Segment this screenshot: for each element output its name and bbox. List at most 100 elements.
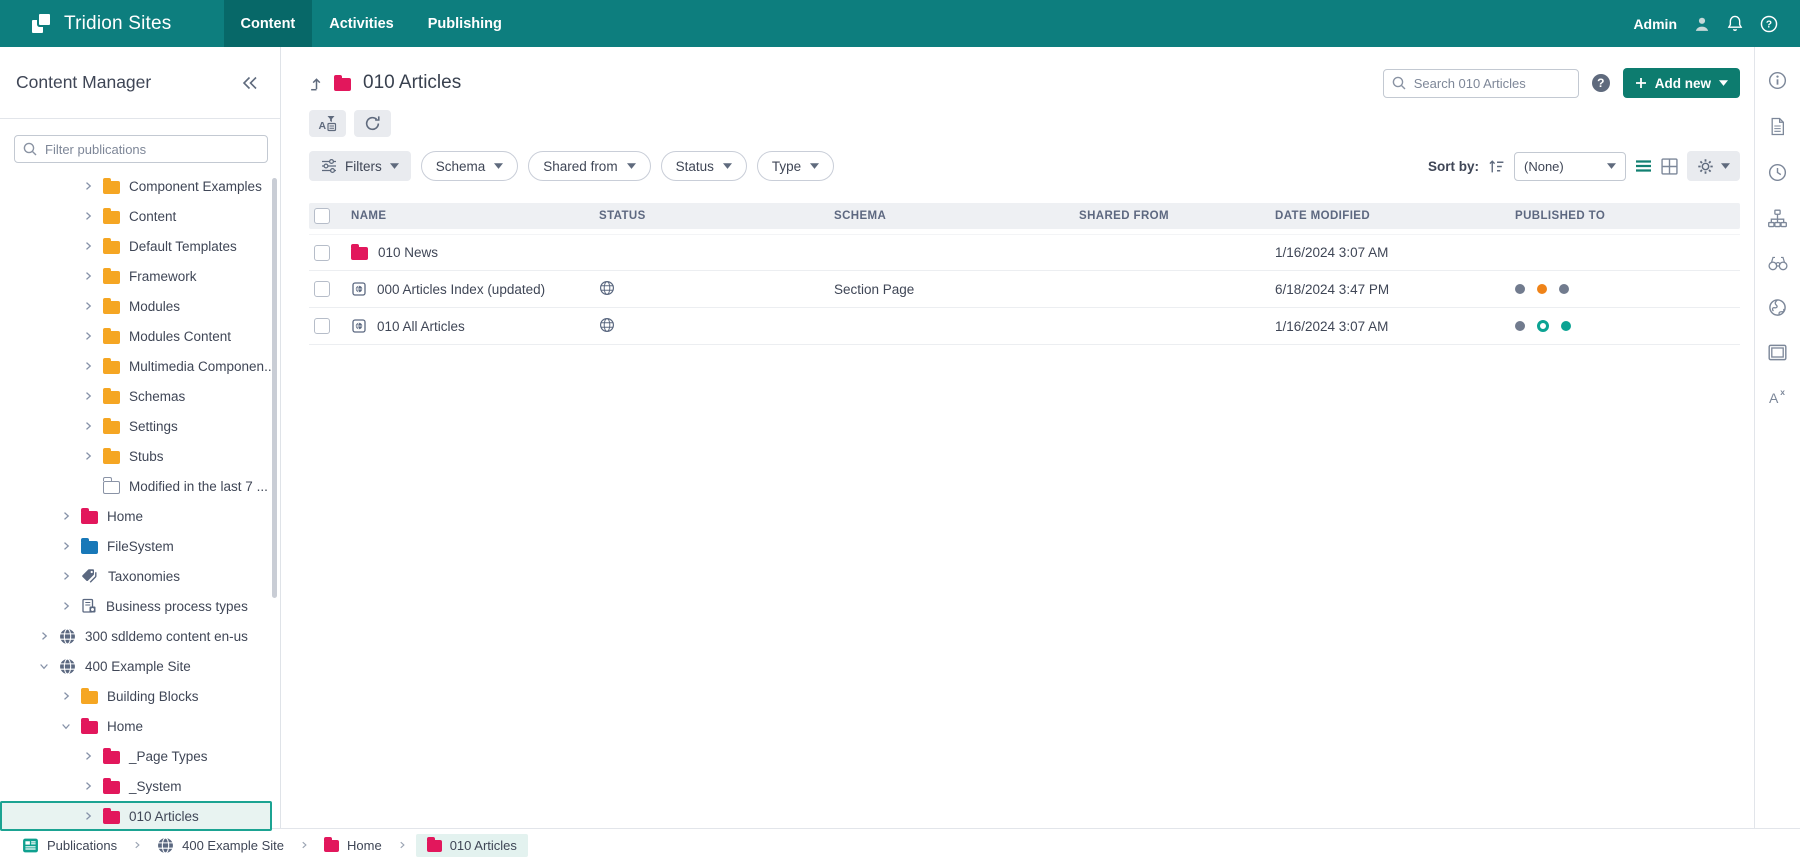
chevron-right-icon[interactable] [82, 779, 94, 793]
sort-select[interactable]: (None) [1514, 151, 1626, 181]
tree-item-modified-in-the-last-7[interactable]: Modified in the last 7 ... [0, 471, 272, 501]
chevron-right-icon[interactable] [60, 539, 72, 553]
chevron-down-icon[interactable] [60, 719, 72, 733]
column-header-published-to[interactable]: PUBLISHED TO [1515, 210, 1740, 222]
item-name[interactable]: 000 Articles Index (updated) [377, 282, 545, 297]
tree-item-default-templates[interactable]: Default Templates [0, 231, 272, 261]
table-row-000-articles-index-updated[interactable]: 000 Articles Index (updated) Section Page… [309, 271, 1740, 308]
add-new-button[interactable]: Add new [1622, 68, 1740, 98]
tree-item-building-blocks[interactable]: Building Blocks [0, 681, 272, 711]
chevron-right-icon[interactable] [82, 329, 94, 343]
sitemap-icon[interactable] [1768, 209, 1787, 228]
chevron-right-icon[interactable] [60, 569, 72, 583]
filters-button[interactable]: Filters [309, 151, 411, 181]
tree-item-010-articles[interactable]: 010 Articles [0, 801, 272, 831]
tree-item-filesystem[interactable]: FileSystem [0, 531, 272, 561]
item-name[interactable]: 010 News [378, 245, 438, 260]
breadcrumb-item-010-articles[interactable]: 010 Articles [415, 833, 528, 857]
tree-item-business-process-types[interactable]: Business process types [0, 591, 272, 621]
table-row-010-news[interactable]: 010 News 1/16/2024 3:07 AM [309, 234, 1740, 271]
tree-item-settings[interactable]: Settings [0, 411, 272, 441]
translate-icon[interactable]: Ax [1769, 388, 1787, 404]
name-filter-button[interactable]: A [309, 110, 346, 137]
collapse-sidebar-icon[interactable] [240, 75, 260, 91]
breadcrumb-item-400-example-site[interactable]: 400 Example Site [151, 833, 290, 858]
tree-item-multimedia-componen[interactable]: Multimedia Componen... [0, 351, 272, 381]
tree-item-label: Business process types [106, 598, 248, 614]
tree-item-300-sdldemo-content-en-us[interactable]: 300 sdldemo content en-us [0, 621, 272, 651]
chevron-down-icon[interactable] [38, 659, 50, 673]
tree-item-taxonomies[interactable]: Taxonomies [0, 561, 272, 591]
user-avatar-icon[interactable] [1694, 16, 1710, 32]
chevron-right-icon[interactable] [82, 389, 94, 403]
view-settings-button[interactable] [1687, 151, 1740, 181]
column-header-date-modified[interactable]: DATE MODIFIED [1275, 210, 1515, 222]
tree-item-content[interactable]: Content [0, 201, 272, 231]
row-checkbox[interactable] [314, 318, 330, 334]
chevron-right-icon[interactable] [60, 509, 72, 523]
breadcrumb-item-home[interactable]: Home [318, 834, 388, 857]
tree-item-modules[interactable]: Modules [0, 291, 272, 321]
tab-publishing[interactable]: Publishing [411, 0, 519, 47]
filter-pill-shared-from[interactable]: Shared from [528, 151, 651, 181]
tree-item-stubs[interactable]: Stubs [0, 441, 272, 471]
chevron-right-icon[interactable] [82, 239, 94, 253]
column-header-name[interactable]: NAME [351, 210, 599, 222]
chevron-right-icon[interactable] [82, 749, 94, 763]
item-date-modified: 6/18/2024 3:47 PM [1275, 281, 1390, 297]
monitor-icon[interactable] [1768, 344, 1787, 361]
list-view-icon[interactable] [1635, 159, 1652, 173]
chevron-right-icon[interactable] [38, 629, 50, 643]
item-name[interactable]: 010 All Articles [377, 319, 465, 334]
grid-view-icon[interactable] [1661, 157, 1678, 175]
chevron-right-icon[interactable] [82, 809, 94, 823]
sort-direction-icon[interactable] [1488, 159, 1505, 174]
notifications-bell-icon[interactable] [1727, 15, 1743, 32]
chevron-right-icon[interactable] [82, 209, 94, 223]
filter-pill-schema[interactable]: Schema [420, 151, 519, 181]
row-checkbox[interactable] [314, 244, 330, 261]
chevron-right-icon[interactable] [82, 419, 94, 433]
tree-item-framework[interactable]: Framework [0, 261, 272, 291]
tree-item-home[interactable]: Home [0, 501, 272, 531]
info-icon[interactable] [1768, 71, 1787, 90]
go-up-level-icon[interactable] [309, 76, 324, 91]
table-row-010-all-articles[interactable]: 010 All Articles 1/16/2024 3:07 AM [309, 308, 1740, 345]
chevron-right-icon[interactable] [82, 449, 94, 463]
chevron-right-icon[interactable] [82, 269, 94, 283]
tree-item-system[interactable]: _System [0, 771, 272, 801]
filter-pill-status[interactable]: Status [660, 151, 747, 181]
tree-item-modules-content[interactable]: Modules Content [0, 321, 272, 351]
chevron-down-icon [810, 163, 820, 169]
column-header-status[interactable]: STATUS [599, 210, 834, 222]
row-checkbox[interactable] [314, 281, 330, 297]
breadcrumb-item-publications[interactable]: Publications [16, 833, 123, 858]
tab-activities[interactable]: Activities [312, 0, 410, 47]
chevron-right-icon[interactable] [82, 179, 94, 193]
clock-icon[interactable] [1768, 163, 1787, 182]
column-header-shared-from[interactable]: SHARED FROM [1079, 210, 1275, 222]
search-help-icon[interactable]: ? [1591, 74, 1610, 92]
filter-publications-input[interactable] [14, 135, 268, 163]
chevron-right-icon[interactable] [82, 299, 94, 313]
breadcrumb-label: 400 Example Site [182, 837, 285, 853]
tree-item-page-types[interactable]: _Page Types [0, 741, 272, 771]
refresh-button[interactable] [354, 110, 391, 137]
column-header-schema[interactable]: SCHEMA [834, 210, 1079, 222]
sidebar-scrollbar[interactable] [272, 178, 277, 598]
tab-content[interactable]: Content [223, 0, 313, 47]
tree-item-schemas[interactable]: Schemas [0, 381, 272, 411]
select-all-checkbox[interactable] [314, 208, 330, 224]
chevron-right-icon[interactable] [60, 689, 72, 703]
filter-pill-type[interactable]: Type [756, 151, 835, 181]
tree-item-component-examples[interactable]: Component Examples [0, 171, 272, 201]
chevron-right-icon[interactable] [60, 599, 72, 613]
chevron-right-icon[interactable] [82, 359, 94, 373]
search-input[interactable] [1382, 68, 1579, 98]
tree-item-400-example-site[interactable]: 400 Example Site [0, 651, 272, 681]
document-icon[interactable] [1769, 117, 1786, 136]
binoculars-icon[interactable] [1767, 255, 1788, 271]
tree-item-home[interactable]: Home [0, 711, 272, 741]
globe-icon[interactable] [1768, 298, 1787, 317]
help-icon[interactable]: ? [1760, 15, 1778, 33]
